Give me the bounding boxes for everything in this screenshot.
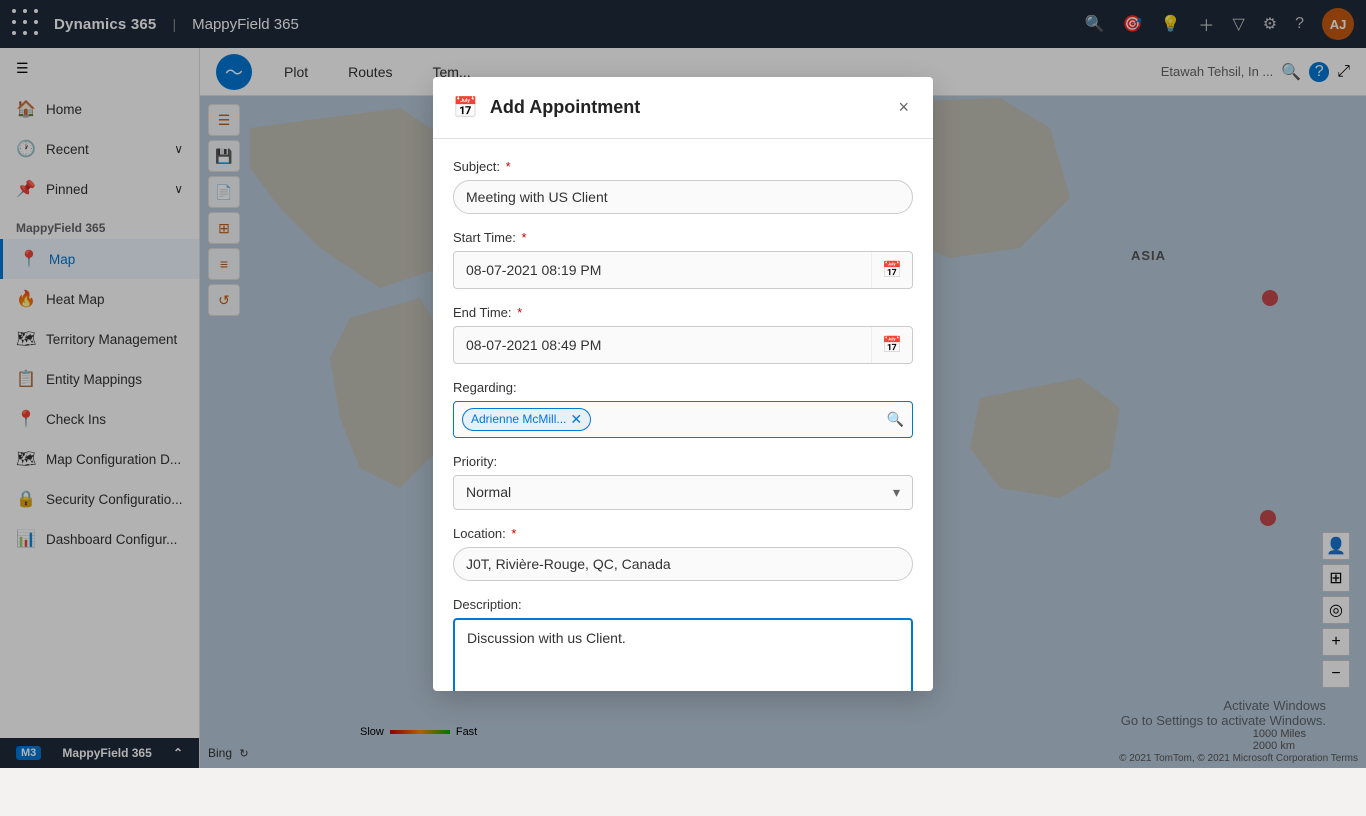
location-group: Location: *: [453, 526, 913, 581]
end-time-row: 08-07-2021 08:49 PM 📅: [453, 326, 913, 364]
start-time-row: 08-07-2021 08:19 PM 📅: [453, 251, 913, 289]
priority-label: Priority:: [453, 454, 913, 469]
priority-value: Normal: [466, 484, 511, 500]
end-calendar-icon[interactable]: 📅: [871, 327, 912, 363]
end-time-label: End Time: *: [453, 305, 913, 320]
priority-chevron-icon: ▾: [893, 484, 900, 501]
subject-input[interactable]: [453, 180, 913, 214]
priority-dropdown[interactable]: Normal ▾: [453, 475, 913, 510]
regarding-search-icon[interactable]: 🔍: [887, 411, 904, 428]
location-label: Location: *: [453, 526, 913, 541]
priority-group: Priority: Normal ▾: [453, 454, 913, 510]
regarding-label: Regarding:: [453, 380, 913, 395]
location-input[interactable]: [453, 547, 913, 581]
description-label: Description:: [453, 597, 913, 612]
regarding-row[interactable]: Adrienne McMill... ✕ 🔍: [453, 401, 913, 438]
regarding-tag: Adrienne McMill... ✕: [462, 408, 591, 431]
subject-label: Subject: *: [453, 159, 913, 174]
regarding-group: Regarding: Adrienne McMill... ✕ 🔍: [453, 380, 913, 438]
description-group: Description: Discussion with us Client.: [453, 597, 913, 691]
end-time-value: 08-07-2021 08:49 PM: [454, 329, 871, 361]
start-time-label: Start Time: *: [453, 230, 913, 245]
tag-label: Adrienne McMill...: [471, 412, 566, 426]
start-time-value: 08-07-2021 08:19 PM: [454, 254, 871, 286]
start-time-group: Start Time: * 08-07-2021 08:19 PM 📅: [453, 230, 913, 289]
description-textarea[interactable]: Discussion with us Client.: [453, 618, 913, 691]
add-appointment-modal: 📅 Add Appointment × Subject: * Start Tim…: [433, 77, 933, 691]
modal-header: 📅 Add Appointment ×: [433, 77, 933, 139]
calendar-icon: 📅: [453, 95, 478, 120]
modal-title: Add Appointment: [490, 97, 883, 118]
starttime-required: *: [521, 230, 526, 245]
modal-close-button[interactable]: ×: [894, 93, 913, 122]
endtime-required: *: [517, 305, 522, 320]
location-required: *: [511, 526, 516, 541]
start-calendar-icon[interactable]: 📅: [871, 252, 912, 288]
subject-required: *: [506, 159, 511, 174]
end-time-group: End Time: * 08-07-2021 08:49 PM 📅: [453, 305, 913, 364]
subject-group: Subject: *: [453, 159, 913, 214]
modal-overlay: 📅 Add Appointment × Subject: * Start Tim…: [0, 0, 1366, 768]
modal-body: Subject: * Start Time: * 08-07-2021 08:1…: [433, 139, 933, 691]
tag-remove-icon[interactable]: ✕: [570, 411, 582, 428]
